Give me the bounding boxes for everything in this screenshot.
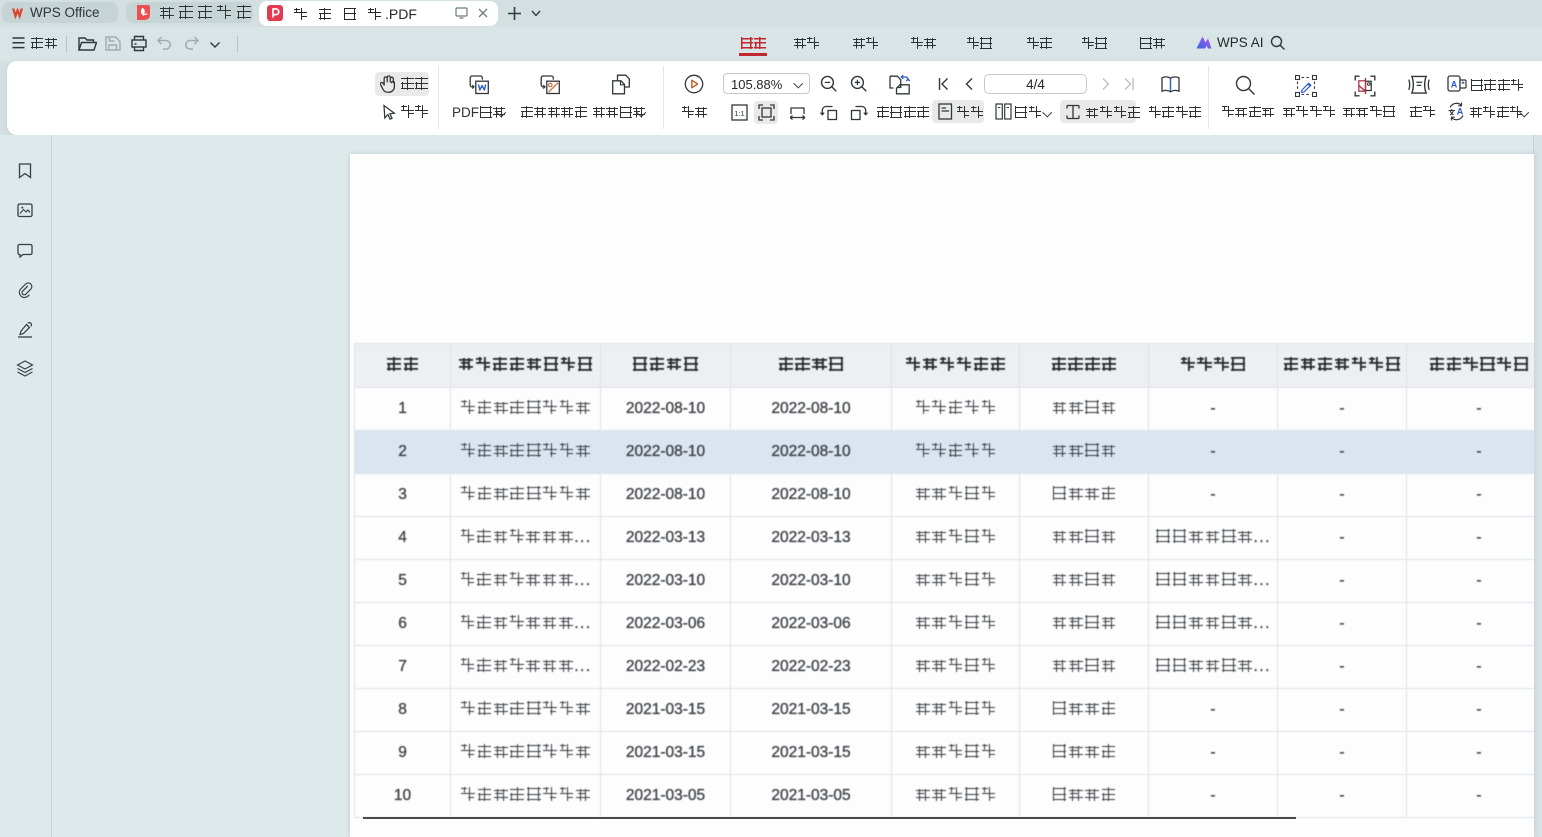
svg-text:A: A	[1457, 107, 1464, 117]
svg-text:1:1: 1:1	[734, 109, 744, 118]
svg-text:A: A	[1451, 80, 1458, 90]
